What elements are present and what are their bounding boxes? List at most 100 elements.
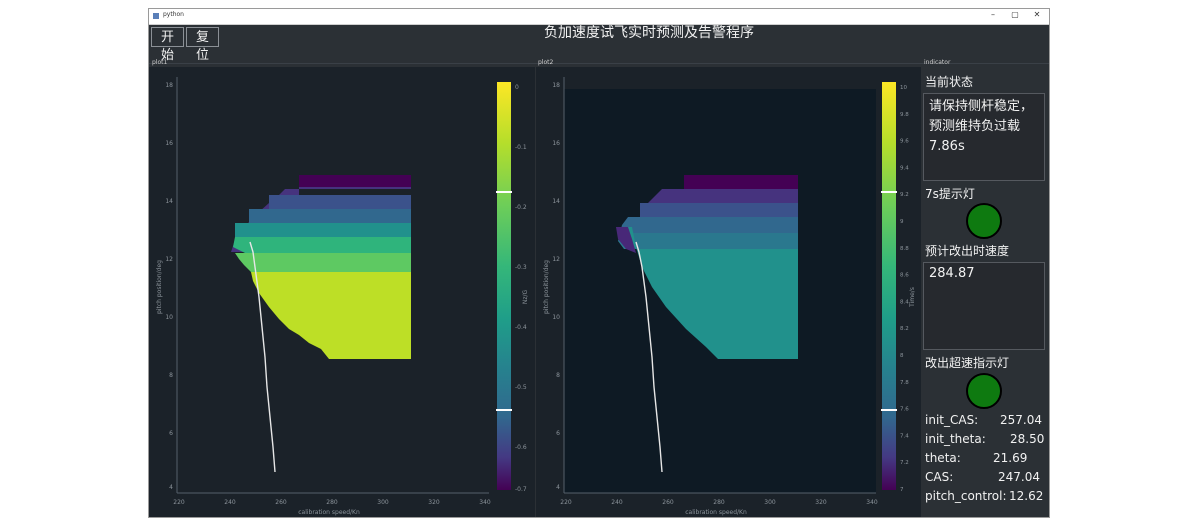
plot2-xlabel: calibration speed/Kn [685, 509, 747, 516]
plot2-cbar-tick: 9.4 [900, 165, 909, 171]
readout-value: 21.69 [993, 451, 1028, 465]
readout-key: theta: [925, 451, 961, 465]
plot1-ytick-8: 8 [169, 372, 173, 379]
plot1-cbar-label: Nz/G [522, 289, 529, 304]
plot1-cbar-tick-6: -0.6 [515, 444, 527, 451]
plot2-xtick-340: 340 [866, 499, 878, 506]
plot2-cbar-tick: 8.8 [900, 246, 909, 252]
plot1-xtick-280: 280 [326, 499, 338, 506]
plot1-xtick-240: 240 [224, 499, 236, 506]
plot1-ytick-12: 12 [165, 256, 173, 263]
plot2-colorbar [882, 82, 896, 490]
plot2-cbar-tick: 8.6 [900, 273, 909, 279]
plot1-xtick-320: 320 [428, 499, 440, 506]
readout-key: init_CAS: [925, 413, 979, 427]
window-title: python [163, 11, 184, 18]
plot2-ytick-4: 4 [556, 484, 560, 491]
minimize-icon[interactable]: – [983, 10, 1003, 19]
lamp-7s-indicator [966, 203, 1002, 239]
maximize-icon[interactable]: ▢ [1005, 10, 1025, 19]
overspeed-indicator [966, 373, 1002, 409]
est-speed-title: 预计改出时速度 [925, 244, 1010, 258]
plot1-ytick-10: 10 [165, 314, 173, 321]
plot1-cbar-tick-7: -0.7 [515, 486, 527, 493]
overspeed-label: 改出超速指示灯 [925, 356, 1010, 370]
plot2-ytick-14: 14 [552, 198, 560, 205]
readout-value: 247.04 [998, 470, 1040, 484]
readout-row: CAS: 247.04 [925, 470, 1040, 484]
plot2-cbar-tick: 9 [900, 219, 904, 225]
plot1-ytick-4: 4 [169, 484, 173, 491]
plot2-cbar-tick: 7.6 [900, 407, 909, 413]
plot1-xlabel: calibration speed/Kn [298, 509, 360, 516]
python-app-icon [153, 13, 159, 19]
plot1-cbar-tick-3: -0.3 [515, 264, 527, 271]
readout-row: init_theta: 28.50 [925, 432, 1044, 446]
readout-row: theta: 21.69 [925, 451, 1027, 465]
readout-key: init_theta: [925, 432, 986, 446]
plot2-cbar-tick: 9.2 [900, 192, 909, 198]
plot2-cbar-tick: 7.2 [900, 460, 909, 466]
plot1-cbar-tick-0: 0 [515, 84, 519, 91]
plot2-ytick-12: 12 [552, 256, 560, 263]
plot1-chart: 18 16 14 12 10 8 6 4 220 240 260 280 300… [149, 67, 535, 517]
plot1-ylabel: pitch position/deg [156, 260, 163, 314]
plot2-ylabel: pitch position/deg [543, 260, 550, 314]
readout-row: pitch_control: 12.62 [925, 489, 1043, 503]
plot1-ytick-14: 14 [165, 198, 173, 205]
plot2-xtick-260: 260 [662, 499, 674, 506]
plot2-cbar-tick: 8.2 [900, 326, 909, 332]
plot2-cbar-tick: 9.6 [900, 139, 909, 145]
readout-key: CAS: [925, 470, 954, 484]
plot2-cbar-tick: 7.8 [900, 380, 909, 386]
plot2-cbar-tick: 7.4 [900, 433, 909, 439]
plot1-xtick-260: 260 [275, 499, 287, 506]
plot2-cbar-tick: 10 [900, 85, 907, 91]
plot2-xtick-280: 280 [713, 499, 725, 506]
plot1-colorbar-handle-top[interactable] [496, 191, 512, 193]
plot1-colorbar [497, 82, 511, 490]
readout-value: 28.50 [1010, 432, 1045, 446]
plot2-ytick-10: 10 [552, 314, 560, 321]
plot2-colorbar-handle-bottom[interactable] [881, 409, 897, 411]
plot2-cbar-label: Time/s [909, 287, 916, 308]
reset-button[interactable]: 复位 [186, 27, 219, 63]
plot2-cbar-tick: 9.8 [900, 112, 909, 118]
plot1-colorbar-handle-bottom[interactable] [496, 409, 512, 411]
readout-row: init_CAS: 257.04 [925, 413, 1042, 427]
plot2-xtick-300: 300 [764, 499, 776, 506]
plot1-cbar-tick-5: -0.5 [515, 384, 527, 391]
plot2-ytick-18: 18 [552, 82, 560, 89]
plot2-ytick-6: 6 [556, 430, 560, 437]
plot1-xtick-340: 340 [479, 499, 491, 506]
app-window: python – ▢ ✕ 开始 复位 负加速度试飞实时预测及告警程序 plot1… [148, 8, 1050, 518]
plot2-chart: 18 16 14 12 10 8 6 4 220 240 260 280 300… [536, 67, 921, 517]
plot1-xtick-300: 300 [377, 499, 389, 506]
plot2-ytick-8: 8 [556, 372, 560, 379]
plot2-xtick-240: 240 [611, 499, 623, 506]
est-speed-box: 284.87 [923, 262, 1045, 350]
plot2-panel-label: plot2 [538, 59, 554, 66]
plot1-ytick-18: 18 [165, 82, 173, 89]
lamp-7s-label: 7s提示灯 [925, 187, 975, 201]
status-title: 当前状态 [925, 75, 974, 89]
plot2-cbar-tick: 8 [900, 353, 904, 359]
close-icon[interactable]: ✕ [1027, 10, 1047, 19]
plot2-colorbar-handle-top[interactable] [881, 191, 897, 193]
plot2-ytick-16: 16 [552, 140, 560, 147]
readout-key: pitch_control: [925, 489, 1007, 503]
plot2-xtick-320: 320 [815, 499, 827, 506]
readout-value: 12.62 [1009, 489, 1044, 503]
plot1-cbar-tick-4: -0.4 [515, 324, 527, 331]
plot2-cbar-tick: 8.4 [900, 299, 909, 305]
status-message-box: 请保持侧杆稳定，预测维持负过载7.86s [923, 93, 1045, 181]
app-title: 负加速度试飞实时预测及告警程序 [544, 25, 754, 41]
start-button[interactable]: 开始 [151, 27, 184, 63]
readout-value: 257.04 [1000, 413, 1042, 427]
plot1-cbar-tick-2: -0.2 [515, 204, 527, 211]
plot2-cbar-tick: 7 [900, 487, 904, 493]
plot1-ytick-16: 16 [165, 140, 173, 147]
plot1-panel-label: plot1 [152, 59, 168, 66]
plot2-xtick-220: 220 [560, 499, 572, 506]
plot1-xtick-220: 220 [173, 499, 185, 506]
